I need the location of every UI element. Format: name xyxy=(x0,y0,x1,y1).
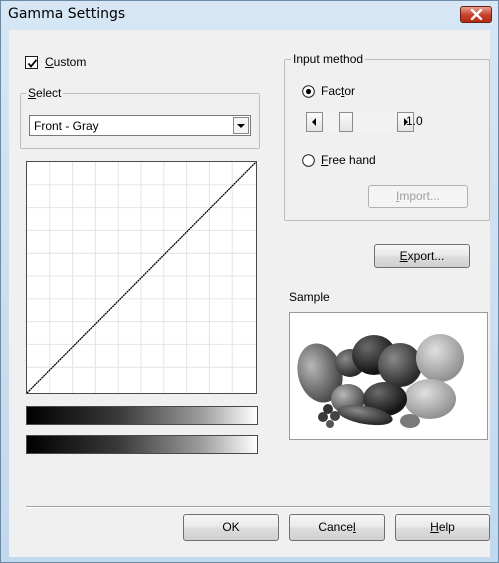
freehand-label: Free hand xyxy=(321,153,376,167)
factor-label: Factor xyxy=(321,84,356,98)
sample-image xyxy=(289,312,488,440)
output-gradient-bar xyxy=(26,435,258,454)
select-combobox[interactable]: Front - Gray xyxy=(29,115,251,136)
select-caption: Select xyxy=(26,86,64,100)
select-dropdown-button[interactable] xyxy=(233,117,249,134)
slider-thumb[interactable] xyxy=(339,112,354,132)
gamma-settings-dialog: Gamma Settings Custom Select Front - Gra… xyxy=(0,0,499,563)
select-value: Front - Gray xyxy=(34,119,99,133)
fruit-sample-photo xyxy=(297,334,464,428)
arrow-left-icon xyxy=(312,118,316,126)
custom-label: Custom xyxy=(45,55,87,69)
title-bar[interactable]: Gamma Settings xyxy=(1,1,498,29)
freehand-radio[interactable] xyxy=(302,154,315,167)
help-button[interactable]: Help xyxy=(395,514,490,541)
close-x-icon xyxy=(470,9,483,20)
factor-value: 1.0 xyxy=(406,114,423,128)
gamma-curve-chart[interactable] xyxy=(26,161,257,394)
input-gradient-bar xyxy=(26,406,258,425)
cancel-button[interactable]: Cancel xyxy=(289,514,385,541)
input-method-groupbox: Input method Factor 1.0 Free hand Import… xyxy=(284,52,490,221)
chevron-down-icon xyxy=(237,124,245,128)
button-divider xyxy=(26,506,490,508)
custom-checkbox[interactable] xyxy=(25,56,38,69)
export-button[interactable]: Export... xyxy=(374,244,470,268)
factor-slider[interactable] xyxy=(306,112,414,132)
factor-radio[interactable] xyxy=(302,85,315,98)
sample-label: Sample xyxy=(289,290,330,304)
slider-left-button[interactable] xyxy=(306,112,323,132)
window-title: Gamma Settings xyxy=(8,6,126,22)
dialog-client-area: Custom Select Front - Gray Input method … xyxy=(9,30,490,557)
ok-button[interactable]: OK xyxy=(183,514,279,541)
checkmark-icon xyxy=(27,59,38,68)
import-button[interactable]: Import... xyxy=(368,185,468,208)
close-button[interactable] xyxy=(460,6,492,23)
input-method-caption: Input method xyxy=(291,52,366,66)
slider-track[interactable] xyxy=(323,112,397,132)
